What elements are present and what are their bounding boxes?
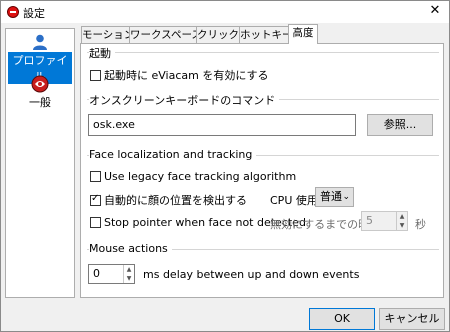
advanced-panel: 起動 起動時に eViacam を有効にする オンスクリーンキーボードのコマンド…: [80, 43, 444, 298]
spin-arrows-icon[interactable]: ▲ ▼: [123, 265, 134, 283]
mouse-actions-group: Mouse actions 0 ▲ ▼ ms delay between up a…: [87, 242, 439, 293]
tab-click[interactable]: クリック: [196, 26, 240, 43]
mouse-group-title: Mouse actions: [89, 242, 172, 255]
ok-button[interactable]: OK: [309, 308, 375, 330]
disable-time-value: 5: [366, 214, 373, 227]
disable-time-stepper[interactable]: 5 ▲ ▼: [361, 211, 408, 231]
browse-button[interactable]: 参照...: [367, 114, 433, 136]
auto-locate-face-checkbox[interactable]: 自動的に顔の位置を検出する: [90, 192, 247, 208]
checkbox-box[interactable]: [90, 217, 101, 228]
mouse-delay-stepper[interactable]: 0 ▲ ▼: [88, 264, 135, 284]
checkbox-box[interactable]: [90, 193, 101, 206]
cpu-usage-value: 普通: [320, 190, 342, 203]
cpu-usage-select[interactable]: 普通 ⌄: [315, 187, 354, 207]
checkbox-label: 起動時に eViacam を有効にする: [104, 69, 269, 82]
cpu-usage-label: CPU 使用: [270, 194, 318, 207]
osk-command-input[interactable]: osk.exe: [88, 114, 356, 136]
face-group-title: Face localization and tracking: [89, 148, 257, 161]
tab-hotkey[interactable]: ホットキー: [239, 26, 293, 43]
spin-arrows-icon[interactable]: ▲ ▼: [396, 212, 407, 230]
settings-window: 設定 ✕ プロファイル 一般 モーション ワークスペース クリック ホットキー …: [0, 0, 450, 332]
title-bar: 設定 ✕: [1, 1, 449, 23]
tab-workspace[interactable]: ワークスペース: [129, 26, 202, 43]
seconds-label: 秒: [415, 218, 426, 231]
chevron-down-icon: ⌄: [342, 192, 350, 202]
eviacam-app-icon: [7, 6, 19, 18]
legacy-tracking-checkbox[interactable]: Use legacy face tracking algorithm: [90, 170, 296, 183]
checkbox-box[interactable]: [90, 69, 101, 81]
sidebar-item-general[interactable]: 一般: [8, 75, 72, 111]
checkbox-label: 自動的に顔の位置を検出する: [104, 194, 247, 207]
sidebar-item-profile[interactable]: プロファイル: [8, 33, 72, 84]
sidebar: プロファイル 一般: [5, 28, 75, 298]
window-title: 設定: [23, 7, 45, 20]
close-button[interactable]: ✕: [427, 3, 443, 19]
checkbox-box[interactable]: [90, 171, 101, 182]
tab-motion[interactable]: モーション: [81, 26, 134, 43]
osk-group: オンスクリーンキーボードのコマンド osk.exe 参照...: [87, 92, 439, 145]
eviacam-icon: [31, 75, 49, 93]
tab-advanced[interactable]: 高度: [288, 24, 318, 44]
cancel-button[interactable]: キャンセル(C): [379, 308, 445, 330]
sidebar-item-label: 一般: [29, 96, 51, 109]
startup-group-title: 起動: [89, 45, 115, 61]
startup-group: 起動 起動時に eViacam を有効にする: [87, 45, 439, 90]
face-tracking-group: Face localization and tracking Use legac…: [87, 148, 439, 241]
enable-on-start-checkbox[interactable]: 起動時に eViacam を有効にする: [90, 67, 268, 83]
checkbox-label: Use legacy face tracking algorithm: [104, 170, 297, 183]
user-icon: [33, 34, 47, 50]
mouse-delay-value: 0: [93, 267, 100, 280]
osk-group-title: オンスクリーンキーボードのコマンド: [89, 92, 280, 108]
mouse-delay-label: ms delay between up and down events: [143, 268, 360, 281]
